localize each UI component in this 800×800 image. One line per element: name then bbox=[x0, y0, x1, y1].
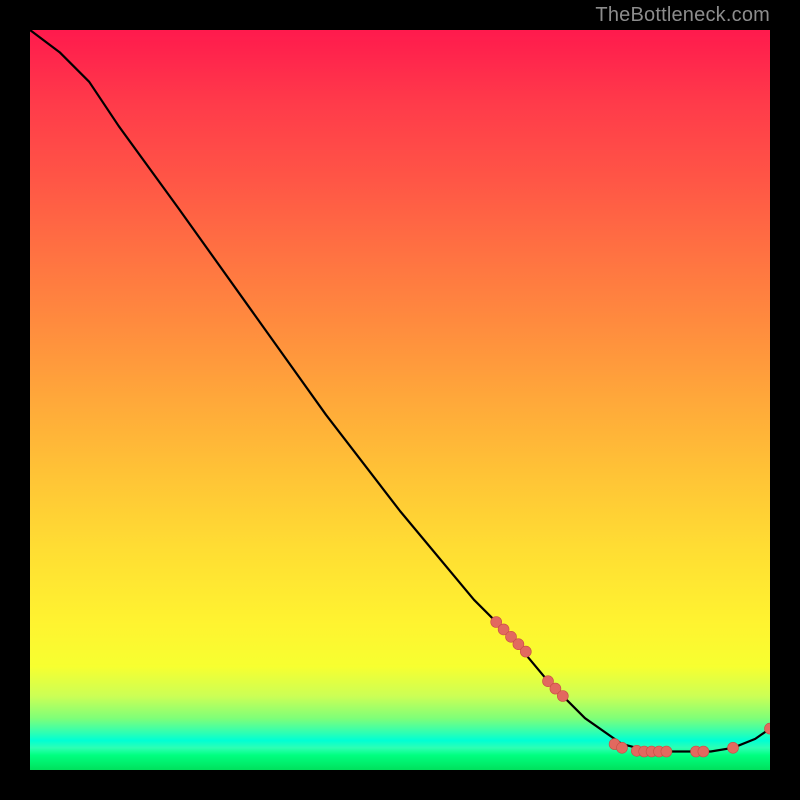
chart-overlay bbox=[30, 30, 770, 770]
chart-stage: TheBottleneck.com bbox=[0, 0, 800, 800]
data-marker bbox=[617, 742, 628, 753]
watermark-text: TheBottleneck.com bbox=[595, 4, 770, 27]
data-marker bbox=[520, 646, 531, 657]
data-marker bbox=[557, 691, 568, 702]
data-markers bbox=[491, 617, 770, 758]
data-marker bbox=[698, 746, 709, 757]
bottleneck-curve bbox=[30, 30, 770, 752]
data-marker bbox=[728, 742, 739, 753]
plot-area bbox=[30, 30, 770, 770]
data-marker bbox=[661, 746, 672, 757]
